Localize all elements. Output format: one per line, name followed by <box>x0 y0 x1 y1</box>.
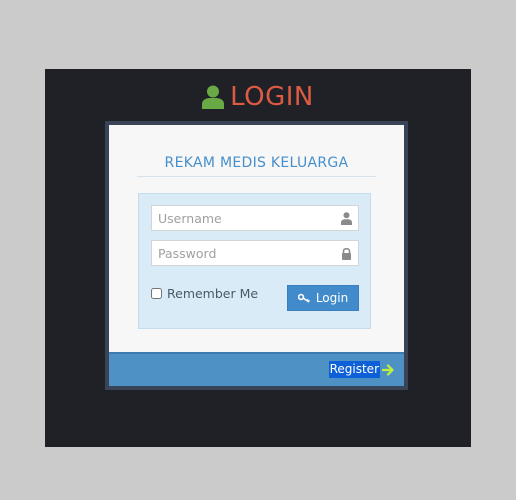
username-field[interactable] <box>151 205 359 231</box>
login-box-body: REKAM MEDIS KELUARGA Username Remember M… <box>109 125 404 386</box>
login-form: Remember Me Login <box>138 193 371 329</box>
login-panel: LOGIN REKAM MEDIS KELUARGA Username Reme… <box>45 69 471 447</box>
register-label[interactable]: Register <box>328 361 380 378</box>
user-icon <box>202 85 225 109</box>
login-button[interactable]: Login <box>287 285 359 311</box>
register-link[interactable]: Register <box>328 361 394 378</box>
form-toolbar: Register <box>109 352 404 386</box>
password-input[interactable] <box>152 241 338 265</box>
login-box: REKAM MEDIS KELUARGA Username Remember M… <box>105 121 408 390</box>
remember-label: Remember Me <box>167 286 259 301</box>
lock-icon <box>342 247 351 260</box>
title-divider <box>137 176 376 177</box>
app-title: REKAM MEDIS KELUARGA <box>164 155 349 171</box>
page-title: LOGIN <box>230 82 314 112</box>
login-button-label: Login <box>315 291 349 305</box>
remember-me[interactable]: Remember Me <box>151 286 258 301</box>
user-icon <box>341 212 352 225</box>
login-header: LOGIN <box>45 81 471 113</box>
key-icon <box>297 293 310 303</box>
remember-checkbox[interactable] <box>151 288 162 299</box>
arrow-right-icon <box>382 363 394 376</box>
password-field[interactable] <box>151 240 359 266</box>
username-input[interactable] <box>152 206 338 230</box>
